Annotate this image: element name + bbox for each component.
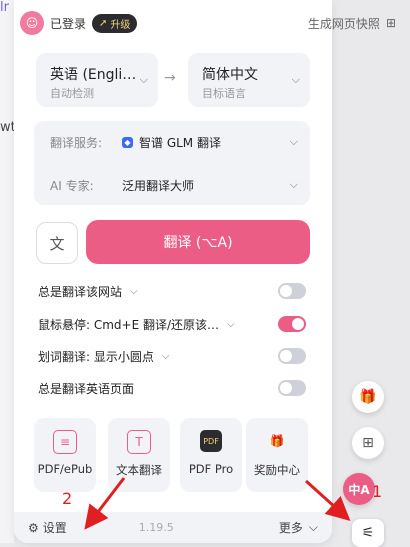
translate-mode-icon[interactable]: 文 bbox=[36, 222, 78, 264]
version-text: 1.19.5 bbox=[138, 521, 174, 534]
tile-pdf-pro[interactable]: PDF PDF Pro bbox=[180, 418, 242, 492]
chevron-down-icon: ⌵ bbox=[289, 135, 298, 148]
more-button[interactable]: 更多 ⌵ bbox=[279, 519, 318, 536]
tile-label: 奖励中心 bbox=[254, 463, 300, 477]
apps-fab-icon[interactable]: ⊞ bbox=[352, 427, 384, 459]
more-label: 更多 bbox=[278, 521, 303, 535]
annotation-number-2: 2 bbox=[62, 489, 73, 508]
option-hover-translate: 鼠标悬停: Cmd+E 翻译/还原该… ⌵ bbox=[38, 312, 306, 336]
tile-rewards[interactable]: 🎁 奖励中心 bbox=[246, 418, 308, 492]
snapshot-icon: ⊞ bbox=[385, 16, 396, 30]
option-label: 鼠标悬停: Cmd+E 翻译/还原该… bbox=[38, 317, 220, 332]
page-fragment: lr bbox=[0, 0, 9, 15]
target-language-name: 简体中文 bbox=[202, 67, 258, 83]
option-always-translate-english: 总是翻译英语页面 bbox=[38, 376, 306, 400]
settings-button[interactable]: ⚙ 设置 bbox=[28, 519, 67, 536]
chevron-down-icon[interactable]: ⌵ bbox=[130, 286, 138, 297]
chevron-down-icon: ⌵ bbox=[289, 178, 298, 191]
gift-fab-icon[interactable]: 🎁 bbox=[352, 381, 384, 413]
chevron-down-icon: ⌵ bbox=[291, 73, 300, 86]
expert-label: AI 专家: bbox=[50, 178, 94, 193]
service-select[interactable]: 翻译服务: ◆ 智谱 GLM 翻译 ⌵ bbox=[50, 130, 298, 154]
snapshot-button[interactable]: 生成网页快照 ⊞ bbox=[308, 15, 396, 32]
popup-footer: ⚙ 设置 1.19.5 更多 ⌵ bbox=[14, 512, 332, 543]
chevron-down-icon[interactable]: ⌵ bbox=[162, 351, 170, 362]
text-icon: T bbox=[127, 430, 151, 454]
target-language-sub: 目标语言 bbox=[202, 87, 246, 100]
tile-pdf-epub[interactable]: ≡ PDF/ePub bbox=[34, 418, 96, 492]
arrow-right-icon: → bbox=[164, 70, 176, 86]
toggle-switch[interactable] bbox=[278, 380, 306, 396]
service-value: 智谱 GLM 翻译 bbox=[139, 135, 221, 150]
service-label: 翻译服务: bbox=[50, 135, 103, 150]
gift-icon: 🎁 bbox=[269, 434, 285, 448]
option-selection-translate: 划词翻译: 显示小圆点 ⌵ bbox=[38, 344, 306, 368]
rocket-icon: ➚ bbox=[99, 17, 108, 29]
service-box: 翻译服务: ◆ 智谱 GLM 翻译 ⌵ AI 专家: 泛用翻译大师 ⌵ bbox=[34, 121, 310, 205]
pdf-icon: PDF bbox=[200, 430, 222, 452]
option-always-translate-site: 总是翻译该网站 ⌵ bbox=[38, 279, 306, 303]
toggle-switch[interactable] bbox=[278, 348, 306, 364]
popup-header: ☺ 已登录 ➚ 升级 生成网页快照 ⊞ bbox=[20, 9, 396, 37]
toggle-switch[interactable] bbox=[278, 316, 306, 332]
chevron-down-icon: ⌵ bbox=[139, 73, 148, 86]
annotation-number-1: 1 bbox=[372, 482, 383, 501]
expert-value: 泛用翻译大师 bbox=[122, 178, 195, 193]
tile-label: PDF Pro bbox=[188, 462, 234, 476]
target-language-select[interactable]: 简体中文 目标语言 ⌵ bbox=[188, 53, 310, 107]
tile-label: 文本翻译 bbox=[116, 463, 162, 477]
glm-logo-icon: ◆ bbox=[122, 136, 133, 148]
translate-fab-icon[interactable]: 中A bbox=[343, 473, 375, 505]
avatar[interactable]: ☺ bbox=[20, 11, 44, 35]
login-status: 已登录 bbox=[50, 16, 87, 31]
upgrade-label: 升级 bbox=[110, 19, 131, 31]
option-label: 划词翻译: 显示小圆点 bbox=[38, 349, 154, 364]
page-background bbox=[0, 0, 14, 543]
source-language-sub: 自动检测 bbox=[50, 87, 94, 100]
option-label: 总是翻译英语页面 bbox=[38, 381, 135, 396]
settings-label: 设置 bbox=[42, 521, 67, 535]
source-language-select[interactable]: 英语 (Engli… 自动检测 ⌵ bbox=[36, 53, 158, 107]
tile-label: PDF/ePub bbox=[37, 462, 93, 476]
upgrade-button[interactable]: ➚ 升级 bbox=[92, 13, 138, 33]
translate-button[interactable]: 翻译 (⌥A) bbox=[86, 220, 310, 264]
toggle-switch[interactable] bbox=[278, 283, 306, 299]
chevron-down-icon: ⌵ bbox=[308, 520, 318, 534]
tile-text-translate[interactable]: T 文本翻译 bbox=[108, 418, 170, 492]
expert-select[interactable]: AI 专家: 泛用翻译大师 ⌵ bbox=[50, 173, 298, 197]
option-label: 总是翻译该网站 bbox=[38, 284, 123, 299]
snapshot-label: 生成网页快照 bbox=[307, 16, 380, 31]
document-icon: ≡ bbox=[53, 430, 77, 454]
gear-icon: ⚙ bbox=[28, 520, 39, 535]
source-language-name: 英语 (Engli… bbox=[50, 67, 137, 83]
chevron-down-icon[interactable]: ⌵ bbox=[227, 319, 235, 330]
